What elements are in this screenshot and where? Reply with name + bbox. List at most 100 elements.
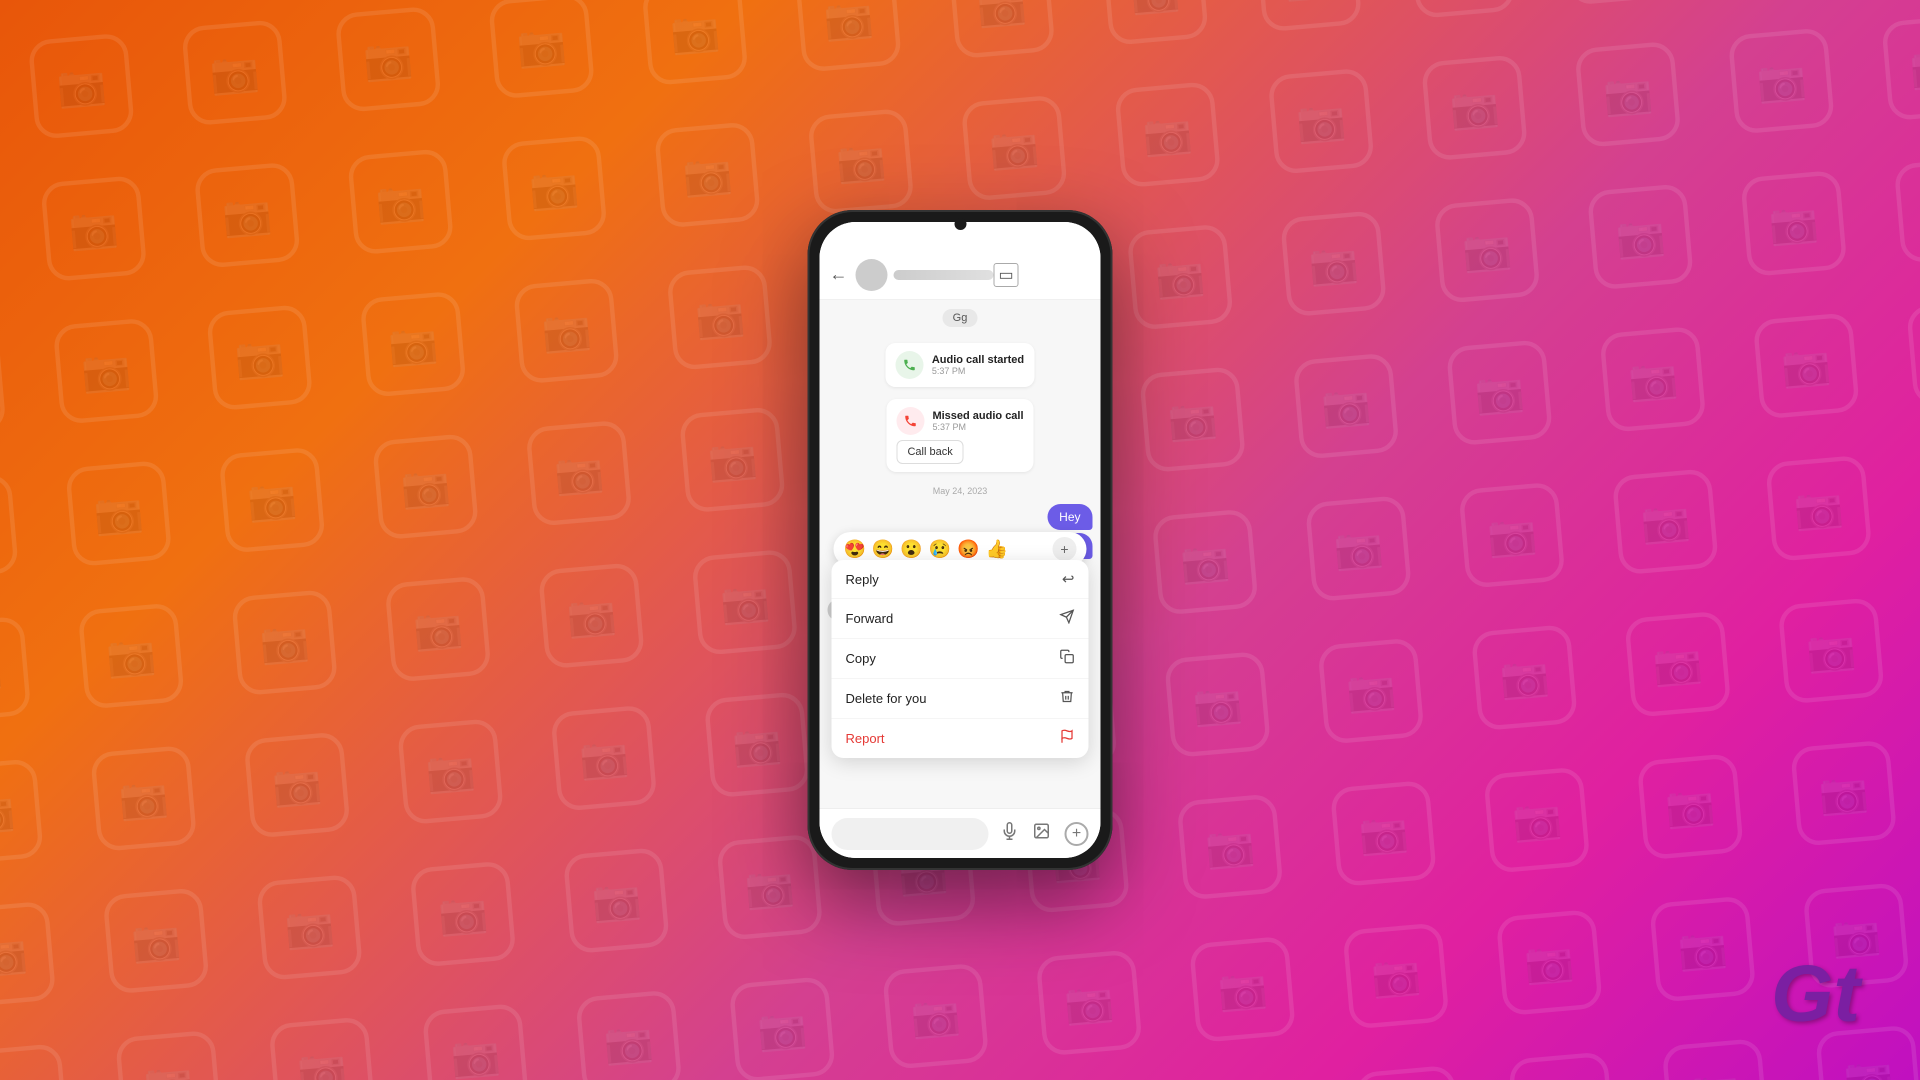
header-icons: ▭: [994, 263, 1019, 287]
bg-pattern-icon: 📷: [206, 304, 313, 411]
bg-pattern-icon: 📷: [1728, 27, 1835, 134]
bg-pattern-icon: 📷: [1176, 793, 1283, 900]
emoji-thumbsup[interactable]: 👍: [986, 539, 1008, 560]
forward-icon: [1060, 609, 1075, 628]
bg-pattern-icon: 📷: [219, 446, 326, 553]
bg-pattern-icon: 📷: [1355, 1065, 1462, 1080]
message-input[interactable]: [832, 818, 989, 850]
bg-pattern-icon: 📷: [704, 691, 811, 798]
emoji-more-button[interactable]: +: [1053, 537, 1077, 561]
bg-pattern-icon: 📷: [1778, 597, 1885, 704]
missed-call-icon: [896, 407, 924, 435]
menu-item-copy-label: Copy: [846, 651, 876, 666]
bg-pattern-icon: 📷: [359, 291, 466, 398]
context-menu: Reply ↩ Forward Copy: [832, 560, 1089, 758]
bg-pattern-icon: 📷: [1881, 14, 1920, 121]
bg-pattern-icon: 📷: [1612, 468, 1719, 575]
image-icon[interactable]: [1033, 822, 1051, 846]
my-message-hey: Hey: [1047, 504, 1092, 530]
bg-pattern-icon: 📷: [103, 887, 210, 994]
bg-pattern-icon: 📷: [268, 1016, 375, 1080]
missed-call-title: Missed audio call: [932, 410, 1023, 422]
bg-pattern-icon: 📷: [1305, 495, 1412, 602]
bg-pattern-icon: 📷: [1906, 299, 1920, 406]
report-icon: [1060, 729, 1075, 748]
menu-item-report-label: Report: [846, 731, 885, 746]
bg-pattern-icon: 📷: [1587, 183, 1694, 290]
bg-pattern-icon: 📷: [1740, 170, 1847, 277]
chat-header: ← ▭: [820, 250, 1101, 300]
bg-pattern-icon: 📷: [729, 976, 836, 1080]
bg-pattern-icon: 📷: [1508, 1051, 1615, 1080]
contact-tag: Gg: [943, 309, 978, 327]
bg-pattern-icon: 📷: [1035, 949, 1142, 1056]
emoji-surprised[interactable]: 😮: [900, 539, 922, 560]
bg-pattern-icon: 📷: [78, 602, 185, 709]
copy-icon: [1060, 649, 1075, 668]
bg-pattern-icon: 📷: [1765, 455, 1872, 562]
bg-pattern-icon: 📷: [397, 718, 504, 825]
emoji-cry[interactable]: 😢: [929, 539, 951, 560]
bg-pattern-icon: 📷: [691, 549, 798, 656]
bottom-action-icons: +: [1001, 822, 1089, 846]
bg-pattern-icon: 📷: [654, 121, 761, 228]
delete-icon: [1060, 689, 1075, 708]
bg-pattern-icon: 📷: [1599, 326, 1706, 433]
emoji-heart-eyes[interactable]: 😍: [844, 539, 866, 560]
bg-pattern-icon: 📷: [1662, 1038, 1769, 1080]
bg-pattern-icon: 📷: [1268, 68, 1375, 175]
bg-pattern-icon: 📷: [347, 148, 454, 255]
call-started-info: Audio call started 5:37 PM: [932, 354, 1024, 376]
bg-pattern-icon: 📷: [28, 32, 135, 139]
bg-pattern-icon: 📷: [1624, 611, 1731, 718]
bg-pattern-icon: 📷: [488, 0, 595, 99]
emoji-angry[interactable]: 😡: [957, 539, 979, 560]
bg-pattern-icon: 📷: [1483, 766, 1590, 873]
bg-pattern-icon: 📷: [231, 589, 338, 696]
phone-screen: ← ▭ Gg A: [820, 222, 1101, 858]
menu-item-forward[interactable]: Forward: [832, 599, 1089, 639]
call-back-button[interactable]: Call back: [896, 440, 963, 464]
bg-pattern-icon: 📷: [961, 94, 1068, 201]
bg-pattern-icon: 📷: [194, 162, 301, 269]
emoji-grin[interactable]: 😄: [872, 539, 894, 560]
bg-pattern-icon: 📷: [795, 0, 902, 73]
mic-icon[interactable]: [1001, 822, 1019, 846]
phone-camera: [954, 218, 966, 230]
bg-pattern-icon: 📷: [0, 616, 31, 723]
bg-pattern-icon: 📷: [1317, 637, 1424, 744]
missed-call-time: 5:37 PM: [932, 422, 1023, 432]
bg-pattern-icon: 📷: [1458, 482, 1565, 589]
bg-pattern-icon: 📷: [500, 135, 607, 242]
date-divider-may: May 24, 2023: [828, 486, 1093, 496]
bg-pattern-icon: 📷: [1139, 366, 1246, 473]
menu-item-report[interactable]: Report: [832, 719, 1089, 758]
menu-item-delete-label: Delete for you: [846, 691, 927, 706]
call-started-time: 5:37 PM: [932, 366, 1024, 376]
bg-pattern-icon: 📷: [1574, 41, 1681, 148]
menu-item-reply[interactable]: Reply ↩: [832, 560, 1089, 599]
back-button[interactable]: ←: [830, 264, 848, 285]
bg-pattern-icon: 📷: [1292, 352, 1399, 459]
bg-pattern-icon: 📷: [1342, 922, 1449, 1029]
bg-pattern-icon: 📷: [550, 705, 657, 812]
bg-pattern-icon: 📷: [513, 277, 620, 384]
bg-pattern-icon: 📷: [1408, 0, 1515, 19]
bg-pattern-icon: 📷: [666, 264, 773, 371]
menu-item-delete[interactable]: Delete for you: [832, 679, 1089, 719]
call-started-title: Audio call started: [932, 354, 1024, 366]
bg-pattern-icon: 📷: [1433, 197, 1540, 304]
bg-pattern-icon: 📷: [1894, 156, 1920, 263]
bg-pattern-icon: 📷: [882, 963, 989, 1070]
bg-pattern-icon: 📷: [0, 758, 44, 865]
bg-pattern-icon: 📷: [1753, 312, 1860, 419]
add-icon[interactable]: +: [1065, 822, 1089, 846]
bg-pattern-icon: 📷: [1790, 740, 1897, 847]
bg-pattern-icon: 📷: [0, 331, 7, 438]
bg-pattern-icon: 📷: [0, 473, 19, 580]
missed-call-message: Missed audio call 5:37 PM Call back: [886, 399, 1033, 472]
video-call-icon[interactable]: ▭: [994, 263, 1019, 287]
bottom-bar: +: [820, 808, 1101, 858]
bg-pattern-icon: 📷: [575, 989, 682, 1080]
menu-item-copy[interactable]: Copy: [832, 639, 1089, 679]
